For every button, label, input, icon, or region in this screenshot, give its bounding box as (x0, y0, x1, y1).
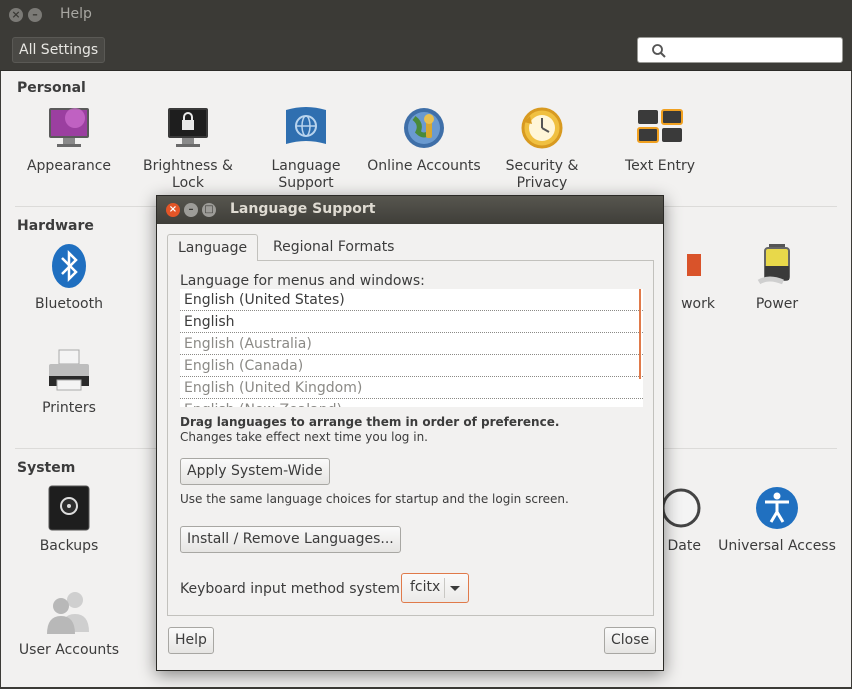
section-title-system: System (17, 460, 76, 476)
network-icon (657, 242, 705, 290)
settings-item-bluetooth[interactable]: Bluetooth (9, 242, 129, 313)
settings-item-printers[interactable]: Printers (9, 346, 129, 417)
language-row[interactable]: English (New Zealand) (180, 399, 643, 407)
settings-item-label: Power (755, 296, 799, 312)
combo-separator (444, 578, 445, 598)
settings-item-appearance[interactable]: Appearance (9, 104, 129, 175)
language-tab-panel: Language for menus and windows: English … (167, 260, 654, 616)
language-row[interactable]: English (United Kingdom) (180, 377, 643, 399)
dialog-titlebar: × – □ Language Support (157, 196, 663, 224)
online-accounts-icon (400, 104, 448, 152)
settings-item-label: Appearance (26, 158, 112, 174)
settings-item-label: Universal Access (718, 538, 836, 554)
minimize-window-icon[interactable]: – (28, 8, 42, 22)
settings-item-security-privacy[interactable]: Security & Privacy (482, 104, 602, 192)
close-button[interactable]: Close (604, 627, 657, 654)
settings-item-text-entry[interactable]: Text Entry (600, 104, 720, 175)
chevron-down-icon (450, 586, 460, 591)
language-support-icon (282, 104, 330, 152)
settings-item-language-support[interactable]: Language Support (246, 104, 366, 192)
search-input[interactable] (637, 37, 843, 63)
brightness-lock-icon (164, 104, 212, 152)
window-titlebar: × – Help (0, 0, 852, 30)
install-remove-languages-button[interactable]: Install / Remove Languages... (180, 526, 401, 553)
tab-language[interactable]: Language (167, 234, 259, 261)
drag-note: Drag languages to arrange them in order … (180, 415, 560, 429)
dialog-minimize-icon[interactable]: – (184, 203, 198, 217)
help-button[interactable]: Help (168, 627, 214, 654)
keyboard-input-method-select[interactable]: fcitx (401, 573, 469, 603)
language-row[interactable]: English (Canada) (180, 355, 643, 377)
settings-item-label: Printers (42, 400, 96, 416)
selected-input-method: fcitx (410, 579, 441, 595)
dialog-maximize-icon[interactable]: □ (202, 203, 216, 217)
all-settings-button[interactable]: All Settings (12, 37, 106, 63)
settings-item-power[interactable]: Power (717, 242, 837, 313)
section-title-personal: Personal (17, 80, 86, 96)
dialog-close-icon[interactable]: × (166, 203, 180, 217)
text-entry-icon (636, 104, 684, 152)
language-row[interactable]: English (Australia) (180, 333, 643, 355)
apply-note: Use the same language choices for startu… (180, 492, 569, 506)
close-window-icon[interactable]: × (9, 8, 23, 22)
changes-note: Changes take effect next time you log in… (180, 430, 428, 444)
drop-indicator (639, 289, 641, 379)
settings-item-online-accounts[interactable]: Online Accounts (364, 104, 484, 175)
settings-item-label: Online Accounts (367, 158, 481, 174)
apply-system-wide-button[interactable]: Apply System-Wide (180, 458, 330, 485)
settings-item-label: Brightness & Lock (143, 158, 233, 191)
dialog-title: Language Support (230, 201, 376, 217)
language-support-dialog: × – □ Language Support Language Regional… (156, 195, 664, 671)
universal-access-icon (753, 484, 801, 532)
window-title: Help (60, 6, 92, 22)
appearance-icon (45, 104, 93, 152)
bluetooth-icon (45, 242, 93, 290)
settings-item-label: User Accounts (18, 642, 120, 658)
settings-item-brightness-lock[interactable]: Brightness & Lock (128, 104, 248, 192)
toolbar: All Settings (0, 30, 852, 71)
power-icon (753, 242, 801, 290)
settings-item-label: Security & Privacy (505, 158, 579, 191)
section-title-hardware: Hardware (17, 218, 94, 234)
settings-item-label: Text Entry (624, 158, 695, 174)
settings-item-label: Language Support (271, 158, 341, 191)
printer-icon (45, 346, 93, 394)
user-accounts-icon (45, 588, 93, 636)
settings-item-universal-access[interactable]: Universal Access (717, 484, 837, 555)
settings-item-backups[interactable]: Backups (9, 484, 129, 555)
clock-icon (657, 484, 705, 532)
language-list-caption: Language for menus and windows: (180, 273, 425, 289)
keyboard-input-method-label: Keyboard input method system: (180, 581, 405, 597)
language-row[interactable]: English (180, 311, 643, 333)
settings-item-user-accounts[interactable]: User Accounts (9, 588, 129, 659)
language-row[interactable]: English (United States) (180, 289, 643, 311)
backups-icon (45, 484, 93, 532)
search-icon (652, 44, 666, 58)
settings-item-label: Backups (39, 538, 99, 554)
settings-item-label: Bluetooth (35, 296, 103, 312)
tab-regional-formats[interactable]: Regional Formats (263, 234, 404, 261)
language-list[interactable]: English (United States) English English … (180, 289, 643, 407)
security-privacy-icon (518, 104, 566, 152)
